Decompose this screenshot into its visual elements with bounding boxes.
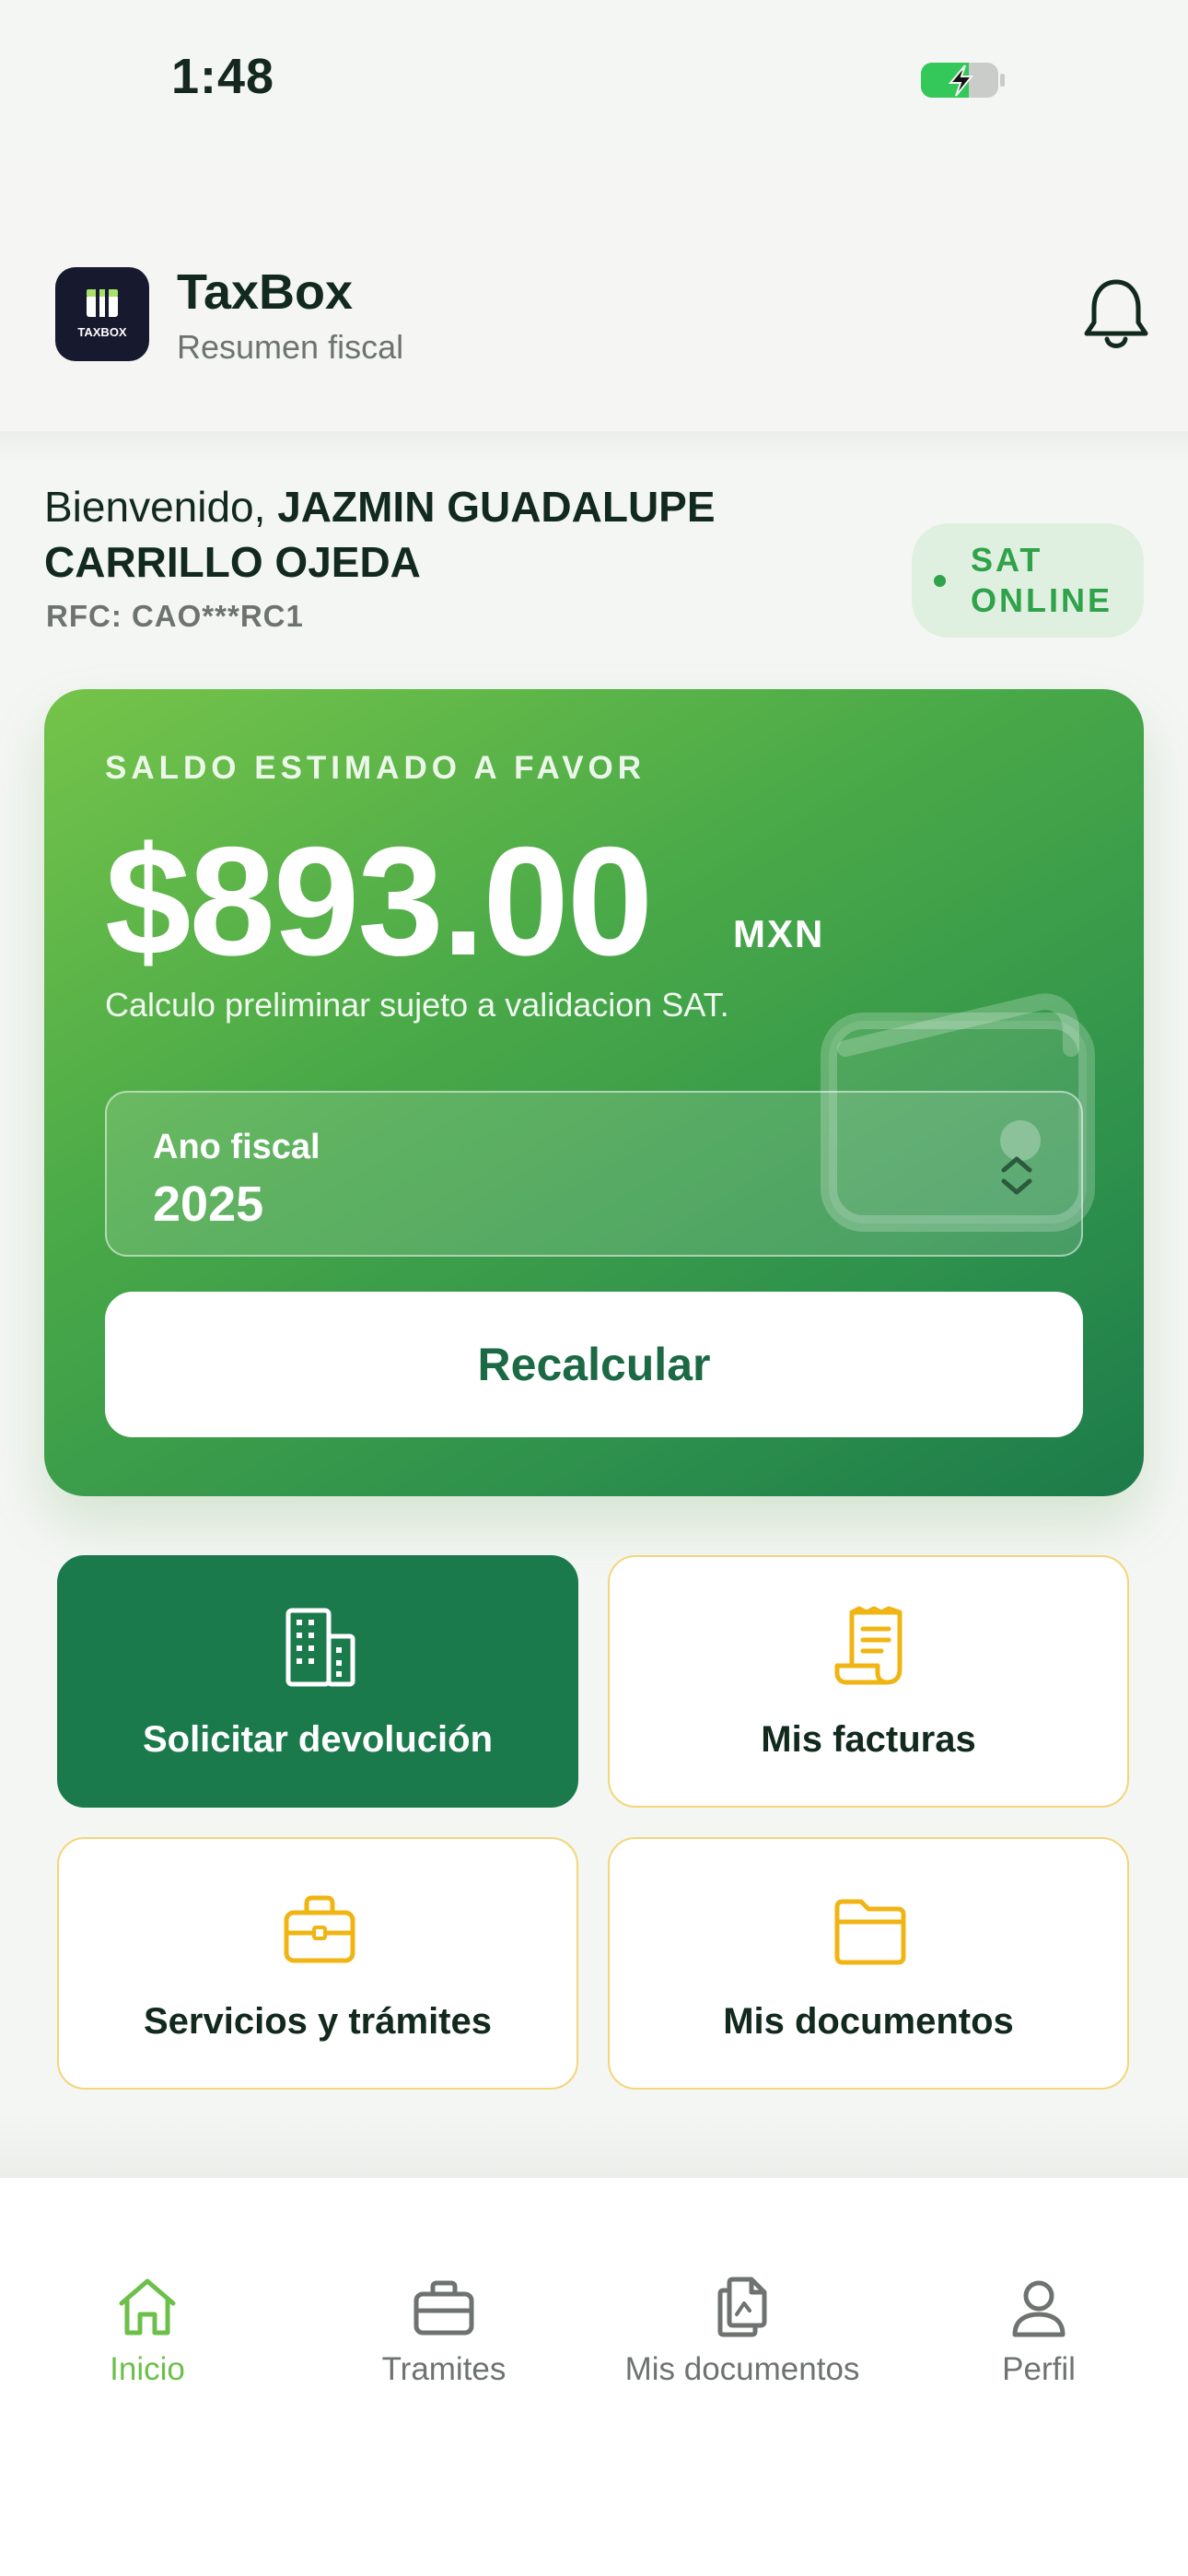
nav-label: Tramites [381, 2351, 507, 2387]
chevron-updown-icon [1001, 1156, 1032, 1195]
recalculate-button[interactable]: Recalcular [105, 1292, 1083, 1437]
app-subtitle: Resumen fiscal [177, 328, 404, 366]
header-divider [0, 431, 1188, 463]
balance-note: Calculo preliminar sujeto a validacion S… [105, 986, 729, 1024]
balance-card: SALDO ESTIMADO A FAVOR $893.00 MXN Calcu… [44, 689, 1144, 1496]
sat-status-badge: SAT ONLINE [912, 523, 1144, 638]
battery-icon [921, 63, 1005, 98]
briefcase-icon [413, 2280, 474, 2336]
fiscal-year-value: 2025 [153, 1177, 264, 1232]
balance-amount: $893.00 [105, 814, 653, 988]
nav-item-tramites[interactable]: Tramites [297, 2274, 591, 2421]
nav-item-mis-documentos[interactable]: Mis documentos [595, 2274, 890, 2421]
fiscal-year-label: Ano fiscal [153, 1128, 320, 1166]
tile-label: Mis facturas [761, 1719, 976, 1760]
balance-currency: MXN [733, 912, 825, 955]
nav-item-perfil[interactable]: Perfil [891, 2274, 1186, 2421]
app-logo: TAXBOX [55, 267, 149, 361]
sat-status-line1: SAT [971, 541, 1043, 579]
fiscal-year-select[interactable]: Ano fiscal 2025 [105, 1091, 1083, 1257]
nav-label: Mis documentos [624, 2351, 860, 2387]
nav-label: Inicio [110, 2351, 185, 2387]
app-header: TAXBOX TaxBox Resumen fiscal [0, 157, 1188, 433]
balance-label: SALDO ESTIMADO A FAVOR [105, 750, 646, 786]
bottom-nav: Inicio Tramites Mis documentos Perfil [0, 2178, 1188, 2576]
receipt-icon [834, 1606, 903, 1685]
logo-box-icon [87, 289, 118, 317]
briefcase-icon [284, 1895, 355, 1963]
sat-status-line2: ONLINE [971, 581, 1113, 619]
status-time: 1:48 [171, 49, 275, 104]
rfc-label: RFC: CAO***RC1 [46, 599, 304, 633]
request-refund-tile[interactable]: Solicitar devolución [57, 1555, 578, 1808]
logo-text: TAXBOX [77, 325, 127, 339]
welcome-message: Bienvenido, JAZMIN GUADALUPE CARRILLO OJ… [44, 479, 873, 590]
my-invoices-tile[interactable]: Mis facturas [608, 1555, 1129, 1808]
home-icon [119, 2278, 176, 2336]
tile-label: Solicitar devolución [142, 1719, 494, 1760]
user-icon [1012, 2280, 1066, 2337]
bell-icon[interactable] [1079, 275, 1153, 354]
app-screen: 1:48 TAXBOX TaxBox Resumen fiscal Bienve… [0, 0, 1188, 2576]
status-dot-icon [934, 575, 946, 587]
folder-icon [834, 1899, 906, 1965]
documents-icon [717, 2277, 767, 2337]
app-title: TaxBox [177, 264, 354, 320]
nav-label: Perfil [1002, 2351, 1076, 2387]
tile-label: Servicios y trámites [144, 2001, 492, 2042]
nav-item-inicio[interactable]: Inicio [0, 2274, 295, 2421]
content-fade [0, 2110, 1188, 2180]
tile-label: Mis documentos [723, 2001, 1014, 2042]
status-bar: 1:48 [0, 0, 1188, 157]
building-icon [285, 1608, 355, 1687]
my-documents-tile[interactable]: Mis documentos [608, 1837, 1129, 2090]
welcome-prefix: Bienvenido, [44, 483, 278, 531]
services-procedures-tile[interactable]: Servicios y trámites [57, 1837, 578, 2090]
